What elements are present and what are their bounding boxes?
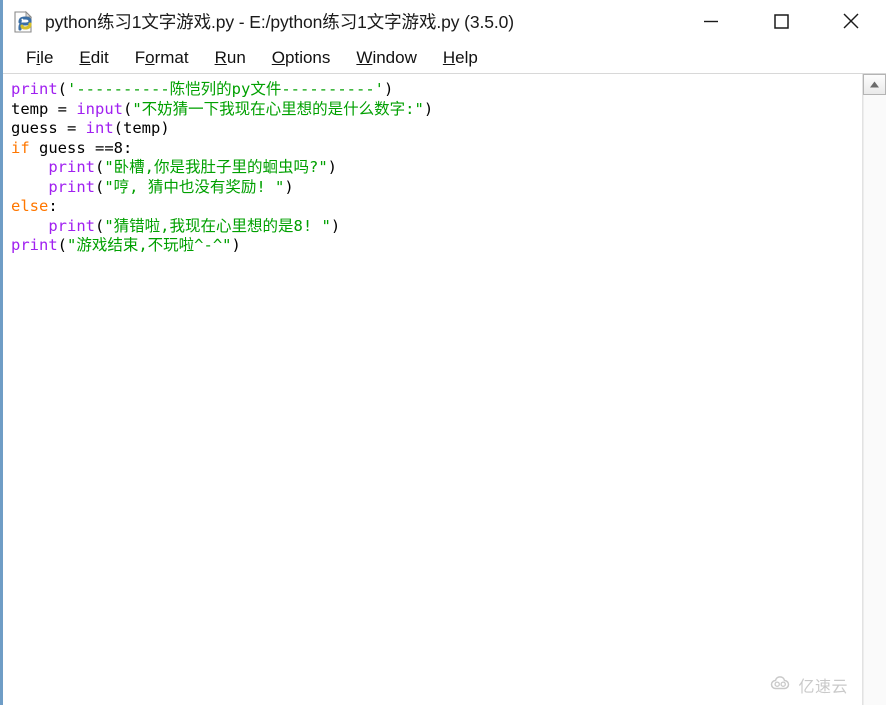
- code-token-str: "游戏结束,不玩啦^-^": [67, 236, 232, 254]
- vertical-scrollbar[interactable]: [862, 74, 886, 705]
- menu-item-format[interactable]: Format: [122, 48, 202, 68]
- window-title: python练习1文字游戏.py - E:/python练习1文字游戏.py (…: [45, 11, 515, 32]
- code-token-plain: guess ==8:: [29, 138, 133, 157]
- code-token-str: "不妨猜一下我现在心里想的是什么数字:": [132, 99, 424, 118]
- code-line: print('----------陈恺列的py文件----------'): [11, 80, 862, 100]
- editor-region: print('----------陈恺列的py文件----------') tem…: [3, 74, 886, 705]
- code-token-kw: if: [11, 138, 30, 157]
- code-token-plain: ): [327, 158, 338, 176]
- code-line: if guess ==8:: [11, 139, 862, 159]
- code-line: guess = int(temp): [11, 119, 862, 139]
- code-token-def: print: [11, 236, 58, 254]
- scrollbar-track[interactable]: [863, 95, 886, 705]
- code-line: temp = input("不妨猜一下我现在心里想的是什么数字:"): [11, 100, 862, 120]
- python-file-icon: [11, 9, 37, 35]
- code-token-def: print: [48, 216, 95, 235]
- menu-mnemonic: W: [356, 47, 373, 67]
- code-token-str: '----------陈恺列的py文件----------': [67, 80, 384, 98]
- code-token-plain: (: [95, 216, 105, 235]
- menu-bar: File Edit Format Run Options Window Help: [3, 42, 886, 74]
- code-token-plain: (: [123, 99, 133, 118]
- code-token-kw: else: [11, 197, 49, 215]
- code-token-plain: (: [95, 177, 105, 196]
- code-token-plain: ): [383, 80, 394, 98]
- code-token-def: print: [11, 80, 58, 98]
- code-token-plain: ): [284, 177, 294, 196]
- menu-mnemonic: i: [36, 47, 41, 67]
- code-token-plain: (temp): [113, 119, 170, 137]
- code-line: else:: [11, 197, 862, 217]
- code-text-area[interactable]: print('----------陈恺列的py文件----------') tem…: [3, 74, 862, 705]
- code-token-def: input: [76, 99, 123, 118]
- menu-item-edit[interactable]: Edit: [66, 48, 121, 68]
- close-button[interactable]: [816, 0, 886, 42]
- maximize-button[interactable]: [746, 0, 816, 42]
- idle-editor-window: python练习1文字游戏.py - E:/python练习1文字游戏.py (…: [0, 0, 886, 705]
- menu-mnemonic: o: [145, 47, 155, 67]
- menu-mnemonic: O: [271, 47, 286, 67]
- menu-item-run[interactable]: Run: [202, 48, 259, 68]
- code-token-str: "猜错啦,我现在心里想的是8! ": [104, 216, 331, 235]
- code-line: print("哼, 猜中也没有奖励! "): [11, 178, 862, 198]
- code-token-plain: temp =: [11, 99, 77, 118]
- menu-mnemonic: E: [79, 47, 91, 67]
- menu-mnemonic: R: [214, 47, 227, 67]
- code-token-plain: ): [423, 99, 434, 118]
- code-token-plain: :: [48, 197, 58, 215]
- minimize-button[interactable]: [676, 0, 746, 42]
- menu-item-window[interactable]: Window: [343, 48, 429, 68]
- code-token-def: print: [48, 158, 95, 176]
- menu-item-options[interactable]: Options: [259, 48, 344, 68]
- code-token-def: print: [48, 177, 95, 196]
- menu-mnemonic: H: [442, 47, 456, 67]
- code-line: print("猜错啦,我现在心里想的是8! "): [11, 217, 862, 237]
- window-controls: [676, 0, 886, 42]
- menu-item-help[interactable]: Help: [430, 48, 491, 68]
- code-token-plain: guess =: [11, 119, 86, 137]
- code-token-plain: (: [57, 80, 68, 98]
- code-line: print("卧槽,你是我肚子里的蛔虫吗?"): [11, 158, 862, 178]
- code-token-plain: (: [57, 236, 68, 254]
- code-token-def: int: [85, 119, 114, 137]
- code-token-str: "哼, 猜中也没有奖励! ": [104, 177, 285, 196]
- code-token-str: "卧槽,你是我肚子里的蛔虫吗?": [104, 158, 328, 176]
- code-token-plain: ): [330, 216, 341, 235]
- title-bar: python练习1文字游戏.py - E:/python练习1文字游戏.py (…: [3, 0, 886, 42]
- code-token-plain: (: [95, 158, 105, 176]
- menu-item-file[interactable]: File: [13, 48, 66, 68]
- code-line: print("游戏结束,不玩啦^-^"): [11, 236, 862, 256]
- code-token-plain: ): [231, 236, 241, 254]
- scroll-up-arrow-icon[interactable]: [863, 74, 886, 95]
